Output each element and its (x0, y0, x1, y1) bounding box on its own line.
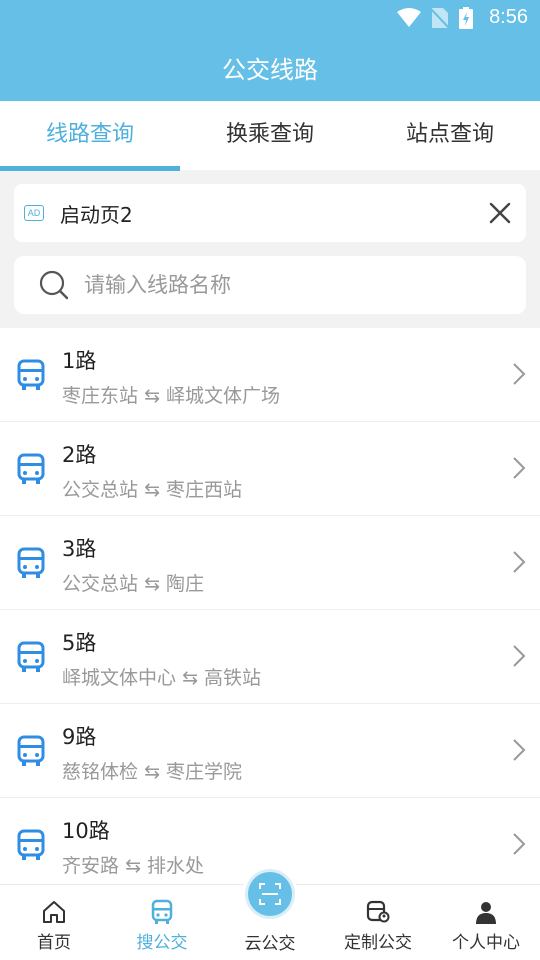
route-list: 1路 枣庄东站 ⇆ 峄城文体广场 2路 公交总站 ⇆ 枣庄西站 3路 公交总站 … (0, 328, 540, 892)
chevron-right-icon (513, 739, 526, 761)
bus-icon (17, 359, 45, 390)
route-from: 慈铭体检 (62, 761, 139, 783)
route-to: 枣庄西站 (166, 479, 243, 501)
nav-home[interactable]: 首页 (0, 885, 108, 960)
tab-transfer-query[interactable]: 换乘查询 (180, 101, 360, 170)
route-to: 高铁站 (204, 667, 262, 689)
wifi-icon (397, 7, 422, 27)
nav-cloud-bus-label: 云公交 (244, 934, 296, 954)
route-name: 9路 (62, 725, 97, 749)
route-stops: 公交总站 ⇆ 枣庄西站 (62, 475, 242, 502)
status-bar: 8:56 (0, 0, 540, 36)
route-stops: 峄城文体中心 ⇆ 高铁站 (62, 663, 261, 690)
person-icon (476, 902, 496, 924)
nav-search-bus-label: 搜公交 (136, 933, 188, 953)
route-name: 1路 (62, 349, 97, 373)
route-separator: ⇆ (144, 761, 160, 783)
nav-home-label: 首页 (37, 933, 71, 953)
nav-custom-bus-label: 定制公交 (344, 933, 412, 953)
route-from: 峄城文体中心 (62, 667, 177, 689)
search-icon (39, 270, 69, 300)
route-to: 峄城文体广场 (166, 385, 281, 407)
route-name: 10路 (62, 819, 110, 843)
bus-icon (17, 453, 45, 484)
route-row[interactable]: 5路 峄城文体中心 ⇆ 高铁站 (0, 610, 540, 704)
home-icon (43, 901, 65, 923)
route-from: 枣庄东站 (62, 385, 139, 407)
tab-bar: 线路查询 换乘查询 站点查询 (0, 101, 540, 171)
search-input[interactable] (84, 273, 484, 297)
chevron-right-icon (513, 645, 526, 667)
nav-search-bus[interactable]: 搜公交 (108, 885, 216, 960)
chevron-right-icon (513, 363, 526, 385)
route-stops: 齐安路 ⇆ 排水处 (62, 851, 204, 878)
route-from: 公交总站 (62, 479, 139, 501)
nav-custom-bus[interactable]: 定制公交 (324, 885, 432, 960)
route-to: 陶庄 (166, 573, 205, 595)
bus-icon (17, 829, 45, 860)
route-separator: ⇆ (144, 573, 160, 595)
tab-stop-query[interactable]: 站点查询 (360, 101, 540, 170)
route-separator: ⇆ (144, 479, 160, 501)
search-box[interactable] (14, 256, 526, 314)
scan-icon (259, 883, 281, 905)
battery-icon (459, 6, 474, 29)
status-time: 8:56 (489, 6, 528, 28)
route-to: 枣庄学院 (166, 761, 243, 783)
bus-icon (17, 735, 45, 766)
route-stops: 公交总站 ⇆ 陶庄 (62, 569, 204, 596)
route-name: 2路 (62, 443, 97, 467)
chevron-right-icon (513, 551, 526, 573)
chevron-right-icon (513, 457, 526, 479)
bus-icon (17, 641, 45, 672)
nav-profile[interactable]: 个人中心 (432, 885, 540, 960)
scan-button[interactable] (242, 866, 298, 922)
route-separator: ⇆ (125, 855, 141, 877)
route-separator: ⇆ (144, 385, 160, 407)
route-name: 3路 (62, 537, 97, 561)
page-title: 公交线路 (222, 56, 318, 84)
route-row[interactable]: 3路 公交总站 ⇆ 陶庄 (0, 516, 540, 610)
close-icon[interactable] (486, 199, 514, 227)
custom-bus-icon (366, 900, 390, 923)
bus-icon (151, 899, 173, 924)
route-name: 5路 (62, 631, 97, 655)
route-from: 齐安路 (62, 855, 120, 877)
scan-button-inner (248, 872, 292, 916)
ad-text: 启动页2 (60, 202, 133, 227)
route-stops: 慈铭体检 ⇆ 枣庄学院 (62, 757, 242, 784)
route-row[interactable]: 2路 公交总站 ⇆ 枣庄西站 (0, 422, 540, 516)
tab-route-query[interactable]: 线路查询 (0, 101, 180, 171)
chevron-right-icon (513, 833, 526, 855)
route-row[interactable]: 1路 枣庄东站 ⇆ 峄城文体广场 (0, 328, 540, 422)
no-sim-icon (431, 7, 450, 29)
app-header: 8:56 公交线路 (0, 0, 540, 101)
route-row[interactable]: 9路 慈铭体检 ⇆ 枣庄学院 (0, 704, 540, 798)
bus-icon (17, 547, 45, 578)
ad-banner[interactable]: AD 启动页2 (14, 184, 526, 242)
route-stops: 枣庄东站 ⇆ 峄城文体广场 (62, 381, 280, 408)
route-separator: ⇆ (182, 667, 198, 689)
route-to: 排水处 (147, 855, 205, 877)
route-from: 公交总站 (62, 573, 139, 595)
ad-badge-icon: AD (24, 205, 44, 221)
nav-profile-label: 个人中心 (452, 933, 520, 953)
